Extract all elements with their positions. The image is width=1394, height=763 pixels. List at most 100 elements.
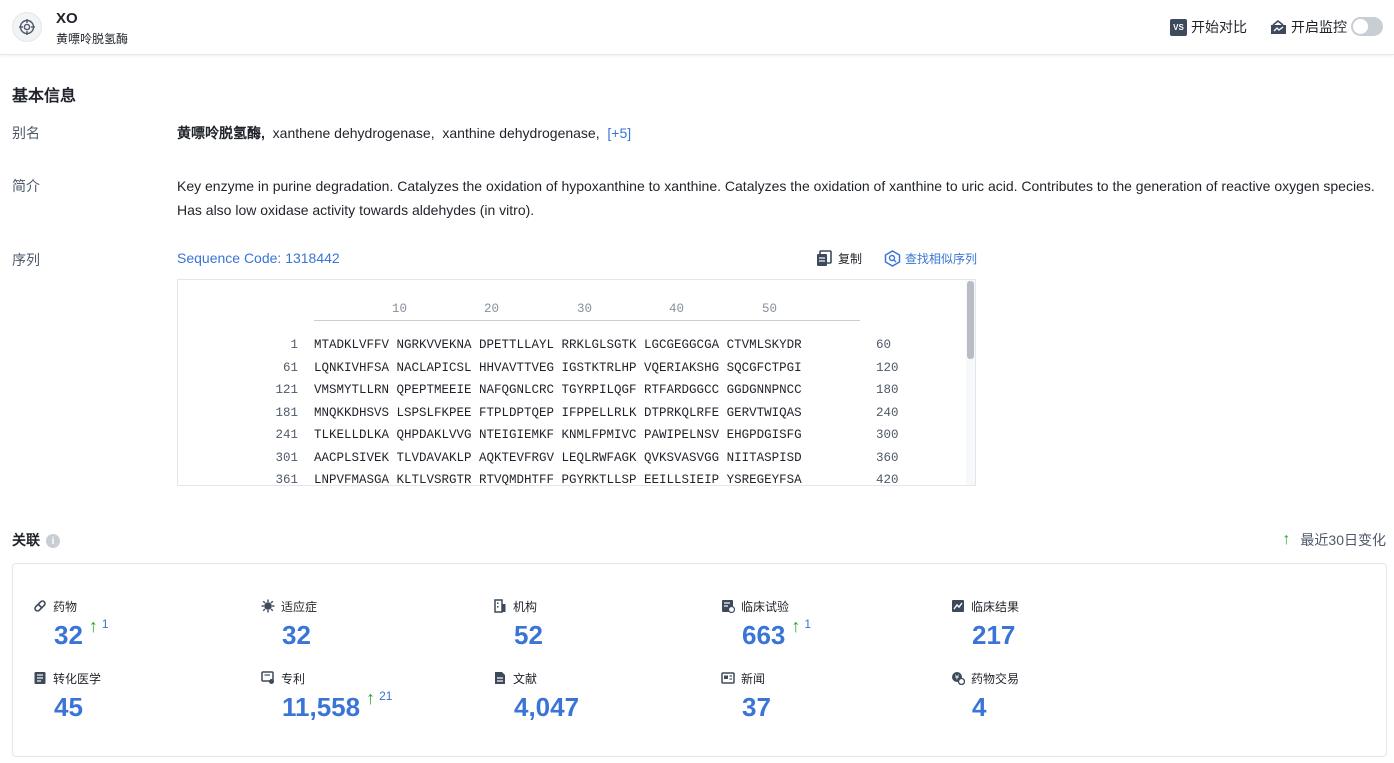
virus-icon: [261, 599, 281, 613]
alias-list: 黄嘌呤脱氢酶, xanthene dehydrogenase, xanthine…: [177, 123, 631, 143]
stat-value[interactable]: 217: [972, 620, 1015, 650]
alias-item: 黄嘌呤脱氢酶,: [177, 125, 265, 141]
sequence-row-start: 181: [275, 405, 298, 420]
sequence-row-end: 420: [876, 473, 899, 486]
stat-value[interactable]: 52: [514, 620, 543, 650]
stat-label-row: ¥ 药物交易: [951, 670, 1171, 686]
find-similar-label[interactable]: 查找相似序列: [905, 250, 977, 267]
ruler-tick: 40: [669, 302, 685, 316]
sequence-row-start: 121: [275, 383, 298, 397]
page-subtitle: 黄嘌呤脱氢酶: [56, 32, 129, 46]
stat-value[interactable]: 37: [742, 692, 771, 722]
stat-card[interactable]: 临床试验 663 ↑ 1: [721, 598, 941, 650]
stat-label-row: 机构: [493, 598, 713, 614]
alias-item: xanthene dehydrogenase,: [272, 125, 435, 141]
sequence-row: AACPLSIVEK TLVDAVAKLP AQKTEVFRGV LEQLRWF…: [314, 450, 802, 465]
stat-label: 药物交易: [971, 671, 1020, 686]
stat-label: 转化医学: [53, 671, 102, 686]
up-arrow-icon: ↑: [791, 616, 801, 636]
stat-card[interactable]: 专利 11,558 ↑ 21: [261, 670, 481, 722]
stat-label: 适应症: [281, 599, 318, 614]
stat-value-row: 11,558 ↑ 21: [282, 688, 481, 722]
intro-label: 简介: [12, 178, 40, 194]
stat-card[interactable]: 新闻 37: [721, 670, 941, 722]
stat-delta-value: 1: [804, 617, 812, 631]
stat-label: 临床结果: [971, 599, 1020, 614]
vs-icon: VS: [1170, 18, 1187, 36]
copy-button[interactable]: 复制: [816, 250, 862, 267]
stat-card[interactable]: 转化医学 45: [33, 670, 253, 722]
stat-card[interactable]: 药物 32 ↑ 1: [33, 598, 253, 650]
intro-text: Key enzyme in purine degradation. Cataly…: [177, 178, 1375, 218]
sequence-row-end: 240: [876, 405, 899, 420]
up-arrow-icon: ↑: [1282, 531, 1291, 548]
sequence-row-start: 241: [275, 428, 298, 442]
stat-label-row: 适应症: [261, 598, 481, 614]
copy-icon: [816, 250, 832, 267]
ruler-tick: 10: [392, 302, 408, 316]
stat-value[interactable]: 45: [54, 692, 83, 722]
stat-value-row: 663 ↑ 1: [742, 616, 941, 650]
stat-value[interactable]: 32: [282, 620, 311, 650]
stat-label-row: 药物: [33, 598, 253, 614]
stat-card[interactable]: 机构 52: [493, 598, 713, 650]
sequence-row-start: 361: [275, 473, 298, 486]
stat-label: 药物: [53, 599, 78, 614]
stat-value[interactable]: 663: [742, 620, 785, 650]
sequence-row-end: 360: [876, 450, 899, 465]
pill-icon: [33, 599, 53, 613]
stat-card[interactable]: 文献 4,047: [493, 670, 713, 722]
compare-label: 开始对比: [1191, 19, 1247, 35]
monitor-button[interactable]: 开启监控: [1270, 17, 1347, 37]
monitor-icon: [1270, 19, 1287, 35]
sequence-row: MNQKKDHSVS LSPSLFKPEE FTPLDPTQEP IFPPELL…: [314, 405, 802, 420]
sequence-viewer[interactable]: 10 20 30 40 50 1 MTADKLVFFV NGRKVVEKNA DP…: [177, 279, 976, 486]
news-icon: [721, 671, 741, 685]
stat-value-row: 37: [742, 692, 941, 722]
sequence-row-start: 301: [275, 450, 298, 465]
stat-delta-value: 1: [101, 617, 109, 631]
stat-value[interactable]: 32: [54, 620, 83, 650]
compare-button[interactable]: VS 开始对比: [1170, 17, 1247, 37]
stat-label: 文献: [513, 671, 538, 686]
sequence-scrollbar-thumb[interactable]: [967, 281, 974, 359]
stat-card[interactable]: 临床结果 217: [951, 598, 1171, 650]
stat-label-row: 临床结果: [951, 598, 1171, 614]
sequence-code-link[interactable]: Sequence Code: 1318442: [177, 250, 340, 266]
stat-label: 专利: [281, 671, 306, 686]
clinical-result-icon: [951, 599, 971, 613]
copy-label: 复制: [838, 252, 863, 266]
target-icon: [12, 12, 42, 42]
ruler-tick: 30: [577, 302, 593, 316]
ruler-tick: 20: [484, 302, 500, 316]
monitor-label: 开启监控: [1291, 19, 1347, 35]
trend-label: 最近30日变化: [1300, 532, 1386, 548]
hexagon-search-icon: [884, 250, 901, 267]
stat-card[interactable]: ¥ 药物交易 4: [951, 670, 1171, 722]
clinical-trial-icon: [721, 599, 741, 613]
stat-value-row: 4,047: [514, 692, 713, 722]
stat-value[interactable]: 4: [972, 692, 986, 722]
sequence-row: LQNKIVHFSA NACLAPICSL HHVAVTTVEG IGSTKTR…: [314, 360, 802, 375]
building-icon: [493, 599, 513, 613]
find-similar-button[interactable]: 查找相似序列: [884, 250, 977, 267]
info-icon[interactable]: i: [46, 534, 60, 549]
stat-delta: ↑ 1: [89, 616, 109, 636]
related-stats-panel: 药物 32 ↑ 1 适应症 32 机构 52 临床试验 663 ↑ 1 临床结果 217 转化医学 45 专利 1…: [12, 563, 1387, 757]
toggle-knob: [1353, 19, 1368, 34]
stat-label-row: 新闻: [721, 670, 941, 686]
sequence-row-end: 60: [876, 338, 892, 352]
sequence-row: TLKELLDLKA QHPDAKLVVG NTEIGIEMKF KNMLFPM…: [314, 428, 802, 442]
basic-info-title: 基本信息: [12, 88, 77, 105]
stat-delta: ↑ 1: [791, 616, 811, 636]
up-arrow-icon: ↑: [366, 688, 376, 708]
sequence-row-end: 300: [876, 428, 899, 442]
related-title-text: 关联: [12, 532, 40, 548]
stat-value[interactable]: 11,558: [282, 692, 360, 722]
stat-card[interactable]: 适应症 32: [261, 598, 481, 650]
monitor-toggle[interactable]: [1351, 17, 1383, 36]
alias-more-link[interactable]: [+5]: [607, 125, 631, 141]
stat-value[interactable]: 4,047: [514, 692, 579, 722]
sequence-row: LNPVFMASGA KLTLVSRGTR RTVQMDHTFF PGYRKTL…: [314, 473, 802, 486]
patent-icon: [261, 671, 281, 685]
